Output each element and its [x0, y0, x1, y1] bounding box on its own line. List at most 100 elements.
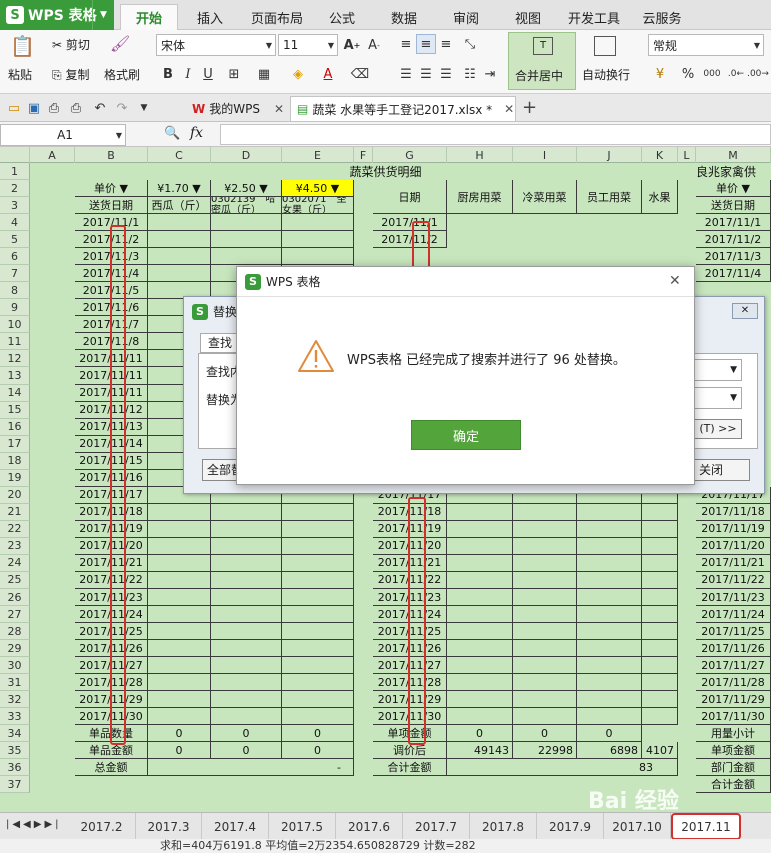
align-middle-icon[interactable]: ≡: [416, 34, 436, 54]
item-amt-value[interactable]: 0: [447, 725, 513, 743]
data-cell[interactable]: [513, 571, 577, 589]
data-cell[interactable]: [211, 708, 282, 726]
data-cell[interactable]: [577, 657, 642, 675]
m-date-cell[interactable]: 2017/11/20: [696, 537, 771, 555]
comma-button[interactable]: 000: [702, 64, 722, 84]
data-cell[interactable]: [447, 623, 513, 641]
data-cell[interactable]: [211, 606, 282, 624]
row-header[interactable]: 23: [0, 537, 30, 555]
data-cell[interactable]: [282, 589, 354, 607]
data-cell[interactable]: [513, 640, 577, 658]
m-qty-label[interactable]: 用量小计: [696, 725, 771, 743]
data-cell[interactable]: [447, 589, 513, 607]
m-date-cell[interactable]: 2017/11/29: [696, 691, 771, 709]
tab-data[interactable]: 数据: [380, 4, 428, 30]
sheet-tab[interactable]: 2017.2: [68, 813, 136, 840]
column-header-l[interactable]: L: [678, 147, 696, 163]
data-cell[interactable]: [447, 708, 513, 726]
m-date-cell[interactable]: 2017/11/4: [696, 265, 771, 283]
row-header[interactable]: 21: [0, 503, 30, 521]
tab-file[interactable]: ▤ 蔬菜 水果等手工登记2017.xlsx * ✕: [290, 96, 516, 121]
m-date-cell[interactable]: 2017/11/21: [696, 554, 771, 572]
data-cell[interactable]: [447, 503, 513, 521]
folder-icon[interactable]: ▭: [4, 98, 24, 118]
data-cell[interactable]: [642, 708, 678, 726]
m-send-header[interactable]: 送货日期: [696, 197, 771, 215]
close-icon[interactable]: ✕: [274, 102, 284, 116]
data-cell[interactable]: [148, 623, 211, 641]
format-painter-icon[interactable]: 🖌: [110, 34, 130, 53]
staff-header[interactable]: 员工用菜: [577, 180, 642, 215]
paste-button[interactable]: 粘贴: [8, 66, 32, 83]
data-cell[interactable]: [642, 640, 678, 658]
merge-center-button[interactable]: T 合并居中: [508, 32, 576, 90]
tab-find[interactable]: 查找: [200, 333, 240, 353]
m-date-cell[interactable]: 2017/11/27: [696, 657, 771, 675]
data-cell[interactable]: [513, 589, 577, 607]
column-header-a[interactable]: A: [30, 147, 75, 163]
data-cell[interactable]: [577, 606, 642, 624]
tab-page-layout[interactable]: 页面布局: [243, 4, 311, 30]
column-header-f[interactable]: F: [354, 147, 373, 163]
data-cell[interactable]: [148, 640, 211, 658]
m-dept-label[interactable]: 部门金额: [696, 759, 771, 777]
ok-button[interactable]: 确定: [411, 420, 521, 450]
adjusted-value[interactable]: 49143: [447, 742, 513, 760]
tab-my-wps[interactable]: W 我的WPS ✕: [186, 96, 290, 121]
data-cell[interactable]: [148, 571, 211, 589]
justify-icon[interactable]: ☷: [460, 64, 480, 84]
data-cell[interactable]: [148, 214, 211, 232]
currency-icon[interactable]: ¥: [650, 64, 670, 84]
data-cell[interactable]: [148, 554, 211, 572]
m-total-label[interactable]: 合计金额: [696, 776, 771, 794]
sheet-tab[interactable]: 2017.6: [336, 813, 403, 840]
grow-font-button[interactable]: A +: [342, 35, 362, 55]
wrap-text-button[interactable]: 自动换行: [582, 66, 630, 83]
row-header[interactable]: 26: [0, 589, 30, 607]
sum-amt-label[interactable]: 合计金额: [373, 759, 447, 777]
sheet-tab[interactable]: 2017.5: [269, 813, 336, 840]
undo-icon[interactable]: ↶: [90, 98, 110, 118]
row-header[interactable]: 36: [0, 759, 30, 777]
m-date-cell[interactable]: 2017/11/19: [696, 520, 771, 538]
italic-button[interactable]: I: [178, 64, 198, 84]
data-cell[interactable]: [148, 231, 211, 249]
data-cell[interactable]: [577, 589, 642, 607]
data-cell[interactable]: [282, 231, 354, 249]
percent-button[interactable]: %: [678, 64, 698, 84]
data-cell[interactable]: [282, 691, 354, 709]
formula-input[interactable]: [220, 124, 771, 145]
row-header[interactable]: 3: [0, 197, 30, 215]
sheet-tab[interactable]: 2017.7: [403, 813, 470, 840]
data-cell[interactable]: [282, 537, 354, 555]
melon-header[interactable]: 0302139 哈密瓜（斤）: [211, 197, 282, 215]
data-cell[interactable]: [282, 554, 354, 572]
align-center-icon[interactable]: ☰: [416, 64, 436, 84]
increase-decimal-icon[interactable]: .0←: [726, 64, 746, 84]
tab-developer[interactable]: 开发工具: [562, 4, 626, 30]
amt-value[interactable]: 0: [148, 742, 211, 760]
data-cell[interactable]: [447, 520, 513, 538]
close-icon[interactable]: ✕: [732, 303, 758, 319]
row-header[interactable]: 2: [0, 180, 30, 198]
data-cell[interactable]: [642, 589, 678, 607]
row-header[interactable]: 37: [0, 776, 30, 794]
row-header[interactable]: 17: [0, 435, 30, 453]
qty-value[interactable]: 0: [148, 725, 211, 743]
data-cell[interactable]: [513, 554, 577, 572]
cold-header[interactable]: 冷菜用菜: [513, 180, 577, 215]
data-cell[interactable]: [447, 554, 513, 572]
data-cell[interactable]: [577, 520, 642, 538]
tab-review[interactable]: 审阅: [442, 4, 490, 30]
data-cell[interactable]: [577, 554, 642, 572]
row-header[interactable]: 18: [0, 452, 30, 470]
align-left-icon[interactable]: ☰: [396, 64, 416, 84]
row-header[interactable]: 19: [0, 469, 30, 487]
item-amt-value[interactable]: 0: [577, 725, 642, 743]
data-cell[interactable]: [148, 691, 211, 709]
row-header[interactable]: 5: [0, 231, 30, 249]
amt-value[interactable]: 0: [282, 742, 354, 760]
row-header[interactable]: 34: [0, 725, 30, 743]
data-cell[interactable]: [577, 708, 642, 726]
find-input-dropdown[interactable]: ▼: [694, 359, 742, 381]
